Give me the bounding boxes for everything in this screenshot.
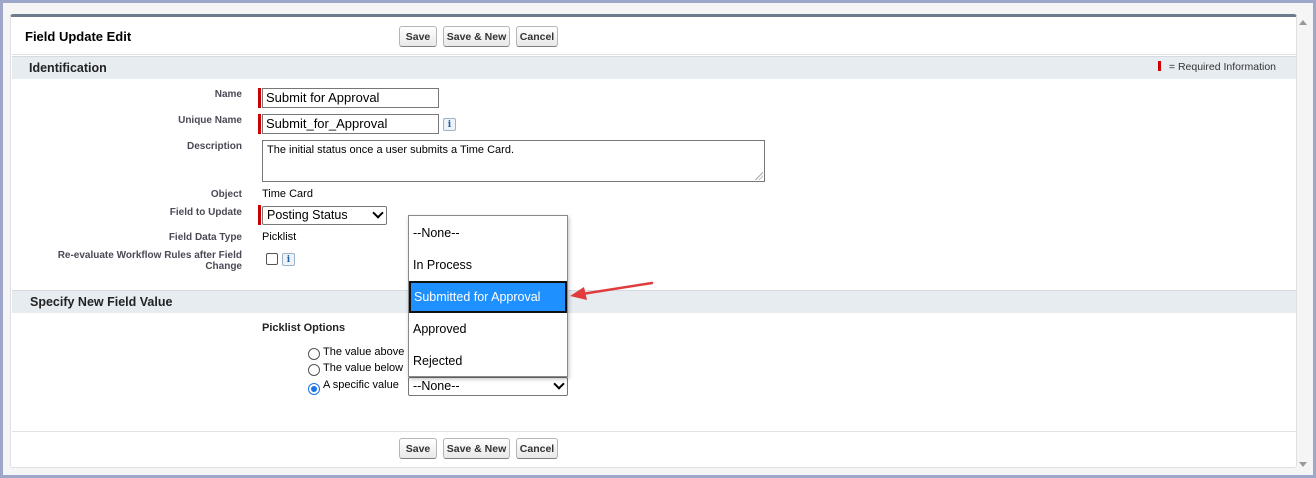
field-to-update-required-marker	[258, 205, 261, 225]
annotation-arrow-icon	[570, 281, 654, 300]
description-textarea[interactable]: The initial status once a user submits a…	[262, 140, 765, 182]
reevaluate-label-line2: Change	[205, 261, 242, 272]
unique-name-required-marker	[258, 114, 261, 134]
dropdown-option[interactable]: In Process	[409, 249, 567, 281]
chevron-down-icon	[553, 378, 565, 390]
specific-value-select[interactable]: --None--	[408, 377, 568, 396]
radio-value-below[interactable]	[308, 364, 320, 376]
field-data-type-value: Picklist	[262, 231, 297, 243]
field-data-type-label: Field Data Type	[168, 232, 242, 243]
unique-name-input[interactable]: Submit_for_Approval	[262, 114, 439, 134]
object-label: Object	[210, 189, 242, 200]
description-text: The initial status once a user submits a…	[267, 144, 514, 156]
header-divider	[12, 54, 1296, 55]
description-label: Description	[186, 141, 242, 152]
save-button-bottom[interactable]: Save	[399, 438, 437, 459]
radio-specific-value-label: A specific value	[323, 379, 399, 391]
section-identification-title: Identification	[29, 61, 107, 75]
radio-value-above[interactable]	[308, 348, 320, 360]
unique-name-label: Unique Name	[178, 115, 242, 126]
cancel-button-bottom[interactable]: Cancel	[516, 438, 558, 459]
scroll-down-icon[interactable]	[1299, 462, 1307, 467]
object-value: Time Card	[262, 188, 313, 200]
save-button-top[interactable]: Save	[399, 26, 437, 47]
picklist-dropdown[interactable]: --None-- In Process Submitted for Approv…	[408, 215, 568, 377]
dropdown-option[interactable]: Approved	[409, 313, 567, 345]
page-title: Field Update Edit	[25, 29, 132, 44]
field-to-update-value: Posting Status	[267, 208, 348, 222]
footer-divider	[12, 431, 1296, 432]
save-and-new-button-bottom[interactable]: Save & New	[443, 438, 510, 459]
dropdown-option[interactable]: --None--	[409, 217, 567, 249]
chevron-down-icon	[372, 207, 384, 219]
reevaluate-checkbox[interactable]	[266, 253, 278, 265]
field-to-update-select[interactable]: Posting Status	[262, 206, 387, 225]
resize-grip-icon[interactable]	[755, 172, 763, 180]
name-input[interactable]: Submit for Approval	[262, 88, 439, 108]
picklist-options-label: Picklist Options	[262, 322, 346, 334]
save-and-new-button-top[interactable]: Save & New	[443, 26, 510, 47]
required-legend-text: = Required Information	[1168, 61, 1276, 73]
reevaluate-info-icon[interactable]: i	[282, 253, 295, 266]
field-to-update-label: Field to Update	[169, 207, 242, 218]
name-label: Name	[214, 89, 242, 100]
radio-specific-value[interactable]	[308, 383, 320, 395]
scroll-up-icon[interactable]	[1299, 20, 1307, 25]
reevaluate-label-line1: Re-evaluate Workflow Rules after Field	[57, 250, 242, 261]
radio-value-below-label: The value below	[323, 362, 404, 374]
required-legend: = Required Information	[1157, 61, 1276, 73]
section-new-field-value-title: Specify New Field Value	[30, 295, 173, 309]
section-identification: Identification = Required Information	[12, 56, 1296, 79]
radio-value-above-label: The value above	[323, 346, 405, 358]
reevaluate-label: Re-evaluate Workflow Rules after Field C…	[58, 250, 242, 272]
name-required-marker	[258, 88, 261, 108]
required-marker-icon	[1157, 61, 1161, 71]
dropdown-option-highlighted[interactable]: Submitted for Approval	[409, 281, 567, 313]
unique-name-info-icon[interactable]: i	[443, 118, 456, 131]
specific-value-selected: --None--	[413, 379, 460, 393]
cancel-button-top[interactable]: Cancel	[516, 26, 558, 47]
dropdown-option[interactable]: Rejected	[409, 345, 567, 377]
